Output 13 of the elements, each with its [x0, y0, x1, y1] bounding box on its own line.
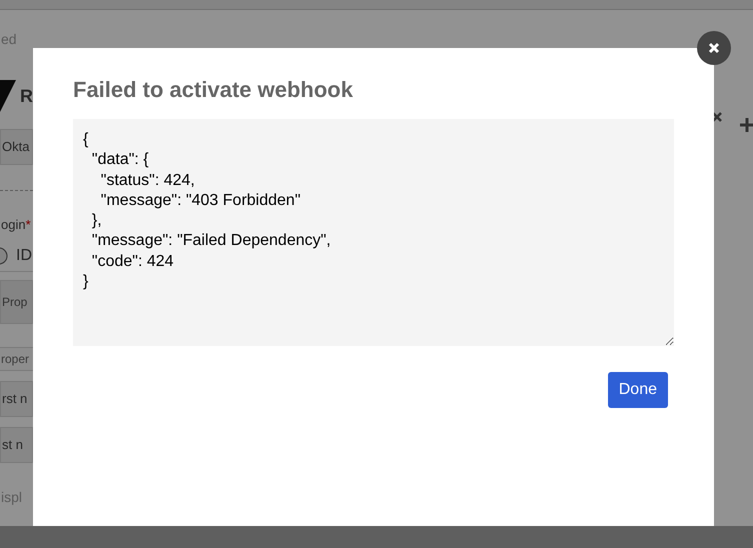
required-mark: * [26, 216, 31, 234]
plus-icon [740, 118, 753, 132]
field-label: ogin [0, 216, 26, 234]
close-icon [708, 42, 720, 54]
close-icon [712, 112, 722, 122]
done-button[interactable]: Done [608, 372, 668, 408]
table-header: roper [0, 347, 33, 371]
dialog-title: Failed to activate webhook [73, 76, 354, 104]
background-text: R [20, 84, 33, 108]
background-text: ID [16, 246, 32, 266]
radio-icon [0, 246, 8, 264]
close-button[interactable] [697, 31, 731, 65]
response-text-area[interactable]: { "data": { "status": 424, "message": "403 Forbidden" }, "message": "Failed Dependency", "code": 424 } [73, 119, 674, 346]
